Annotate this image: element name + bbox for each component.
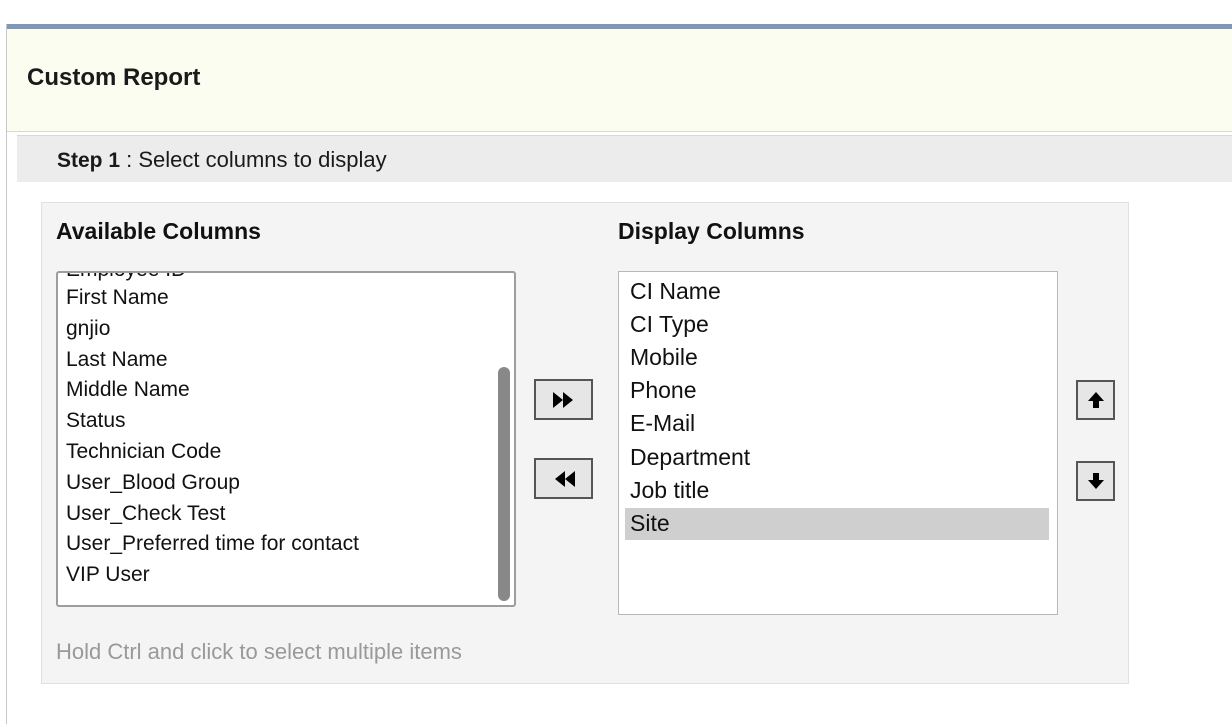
remove-column-button[interactable] xyxy=(534,458,593,499)
available-list-scrollbar[interactable] xyxy=(498,367,510,601)
list-item[interactable]: User_Check Test xyxy=(66,500,226,528)
step-text: Step 1 : Select columns to display xyxy=(57,147,387,173)
list-item[interactable]: Employee ID xyxy=(66,273,186,284)
list-item[interactable]: Last Name xyxy=(66,346,168,374)
top-spacer xyxy=(0,0,1232,24)
list-item[interactable]: Job title xyxy=(630,476,709,504)
report-page: Custom Report Step 1 : Select columns to… xyxy=(6,24,1232,724)
available-columns-heading: Available Columns xyxy=(56,218,261,244)
arrow-down-icon xyxy=(1087,473,1104,489)
display-columns-heading: Display Columns xyxy=(618,218,805,244)
list-item[interactable]: VIP User xyxy=(66,561,150,589)
add-column-button[interactable] xyxy=(534,379,593,420)
display-columns-list[interactable]: CI Name CI Type Mobile Phone E-Mail Departmen… xyxy=(618,271,1058,615)
step-label: Step 1 xyxy=(57,149,121,172)
selected-item-highlight xyxy=(625,508,1049,540)
list-item[interactable]: Technician Code xyxy=(66,438,221,466)
available-columns-list[interactable]: Employee ID First Name gnjio Last NameMidd… xyxy=(56,271,516,607)
list-item[interactable]: CI Type xyxy=(630,310,709,338)
list-item[interactable]: CI Name xyxy=(630,277,721,305)
step-bar: Step 1 : Select columns to display xyxy=(17,135,1232,182)
arrow-up-icon xyxy=(1087,392,1104,408)
selected-list-item[interactable]: Site xyxy=(630,509,670,537)
list-item[interactable]: Phone xyxy=(630,376,697,404)
list-item[interactable]: Mobile xyxy=(630,343,698,371)
list-item[interactable]: gnjio xyxy=(66,315,110,343)
double-chevron-left-icon xyxy=(554,470,575,487)
list-item[interactable]: User_Blood Group xyxy=(66,469,240,497)
list-item[interactable]: First Name xyxy=(66,284,169,312)
list-item[interactable]: Department xyxy=(630,443,750,471)
page-title: Custom Report xyxy=(27,64,201,91)
step-description: : Select columns to display xyxy=(120,147,387,172)
page-header: Custom Report xyxy=(7,29,1232,132)
list-item[interactable]: User_Preferred time for contact xyxy=(66,530,359,558)
multi-select-hint: Hold Ctrl and click to select multiple i… xyxy=(56,639,462,664)
double-chevron-right-icon xyxy=(552,391,573,408)
list-item[interactable]: Middle Name xyxy=(66,376,190,404)
list-item[interactable]: Status xyxy=(66,407,126,435)
list-item[interactable]: E-Mail xyxy=(630,409,695,437)
move-down-button[interactable] xyxy=(1076,461,1115,501)
column-selector-panel: Available Columns Display Columns Employ… xyxy=(41,202,1129,684)
move-up-button[interactable] xyxy=(1076,380,1115,420)
